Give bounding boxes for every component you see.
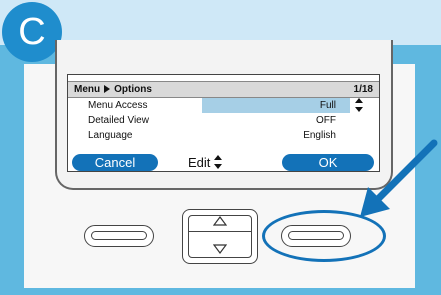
instruction-figure: C Menu Options 1/18 Menu Access Full Deta… bbox=[0, 0, 441, 295]
row-label: Menu Access bbox=[88, 100, 148, 111]
navigation-button[interactable] bbox=[182, 209, 258, 264]
row-value: English bbox=[303, 130, 336, 141]
button-face bbox=[91, 231, 147, 240]
right-triangle-icon bbox=[104, 85, 111, 93]
breadcrumb: Menu Options bbox=[74, 84, 152, 95]
nav-up-icon[interactable] bbox=[213, 216, 227, 226]
menu-row-menu-access[interactable]: Menu Access Full bbox=[68, 98, 379, 114]
row-value: Full bbox=[202, 98, 350, 113]
scroll-arrows-icon bbox=[355, 98, 363, 112]
row-label: Detailed View bbox=[88, 115, 149, 126]
screen-header: Menu Options 1/18 bbox=[68, 81, 379, 98]
left-softkey-button[interactable] bbox=[84, 225, 154, 247]
page-indicator: 1/18 bbox=[353, 84, 373, 95]
edit-softkey[interactable]: Edit bbox=[188, 154, 223, 171]
row-value: OFF bbox=[316, 115, 336, 126]
up-down-arrows-icon bbox=[214, 155, 223, 169]
edit-label: Edit bbox=[188, 155, 211, 170]
nav-down-icon[interactable] bbox=[213, 244, 227, 254]
breadcrumb-options: Options bbox=[114, 84, 152, 95]
nav-divider bbox=[189, 231, 251, 232]
row-label: Language bbox=[88, 130, 133, 141]
breadcrumb-menu: Menu bbox=[74, 84, 101, 95]
cancel-softkey[interactable]: Cancel bbox=[72, 154, 158, 171]
step-badge: C bbox=[2, 2, 62, 62]
menu-row-detailed-view[interactable]: Detailed View OFF bbox=[68, 114, 379, 129]
arrow-icon bbox=[360, 139, 438, 217]
